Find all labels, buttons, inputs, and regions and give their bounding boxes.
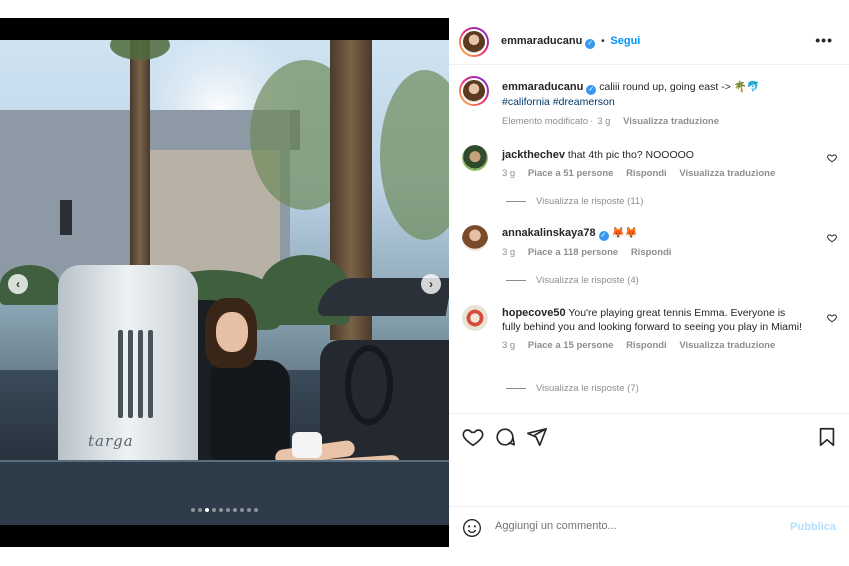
post-media: targa ‹ ›	[0, 18, 449, 547]
author-username[interactable]: emmaraducanu	[501, 35, 582, 47]
verified-badge-icon: ✓	[598, 231, 609, 241]
comment: annakalinskaya78 ✓ 🦊🦊 3 g Piace a 118 per…	[502, 226, 822, 258]
comment-likes[interactable]: Piace a 15 persone	[528, 340, 614, 351]
hashtag-link[interactable]: #california	[502, 96, 550, 108]
verified-badge-icon: ✓	[586, 85, 597, 95]
post-side-panel: emmaraducanu ✓ • Segui ••• emmaraducanu ✓ …	[449, 18, 849, 547]
comment-username[interactable]: annakalinskaya78	[502, 227, 596, 239]
carousel-next-button[interactable]: ›	[421, 274, 441, 294]
carousel-dots	[0, 508, 449, 516]
post-photo[interactable]: targa	[0, 40, 449, 525]
translate-link[interactable]: Visualizza traduzione	[679, 340, 775, 351]
carousel-dot	[240, 508, 244, 512]
post-header: emmaraducanu ✓ • Segui •••	[449, 18, 849, 65]
caption: emmaraducanu ✓ caliii round up, going eas…	[502, 81, 760, 127]
carousel-dot	[247, 508, 251, 512]
carousel-dot	[254, 508, 258, 512]
heart-icon[interactable]	[462, 426, 484, 448]
translate-link[interactable]: Visualizza traduzione	[623, 116, 719, 127]
bookmark-icon[interactable]	[816, 426, 838, 448]
carousel-dot	[205, 508, 209, 512]
carousel-dot	[212, 508, 216, 512]
separator: •	[601, 36, 605, 47]
publish-button[interactable]: Pubblica	[790, 521, 836, 533]
chevron-left-icon: ‹	[16, 277, 20, 291]
view-replies-label: Visualizza le risposte (11)	[536, 196, 644, 207]
comment-text: that 4th pic tho? NOOOOO	[567, 149, 694, 161]
carousel-dot	[226, 508, 230, 512]
share-icon[interactable]	[526, 426, 548, 448]
targa-vent	[128, 330, 133, 418]
emoji-icon[interactable]	[462, 518, 482, 538]
person-shorts	[292, 432, 322, 458]
carousel-dot	[233, 508, 237, 512]
comment-icon[interactable]	[494, 426, 516, 448]
add-comment-bar: Pubblica	[449, 506, 849, 547]
commenter-avatar[interactable]	[462, 305, 488, 331]
comment-username[interactable]: hopecove50	[502, 307, 566, 319]
replies-line	[506, 280, 526, 281]
hashtag-link[interactable]: #dreamerson	[553, 96, 615, 108]
targa-vent	[118, 330, 123, 418]
carousel-dot	[198, 508, 202, 512]
comment: hopecove50 You're playing great tennis E…	[502, 306, 802, 351]
comment-input[interactable]	[495, 520, 775, 532]
caption-text: caliii round up, going east ->	[599, 81, 731, 93]
translate-link[interactable]: Visualizza traduzione	[679, 168, 775, 179]
view-replies-label: Visualizza le risposte (4)	[536, 275, 639, 286]
comment-username[interactable]: jackthechev	[502, 149, 565, 161]
verified-badge-icon: ✓	[585, 39, 596, 49]
view-replies-button[interactable]: Visualizza le risposte (11)	[506, 196, 643, 207]
comment-time[interactable]: 3 g	[502, 168, 515, 179]
house-window	[60, 200, 72, 235]
steering-wheel	[345, 345, 393, 425]
replies-line	[506, 201, 526, 202]
like-comment-heart-icon[interactable]	[827, 313, 837, 323]
comment-time[interactable]: 3 g	[502, 340, 515, 351]
chevron-right-icon: ›	[429, 277, 433, 291]
caption-avatar[interactable]	[459, 76, 489, 106]
view-replies-label: Visualizza le risposte (7)	[536, 383, 639, 394]
targa-badge: targa	[88, 432, 134, 450]
like-comment-heart-icon[interactable]	[827, 153, 837, 163]
caption-username[interactable]: emmaraducanu	[502, 81, 583, 93]
view-replies-button[interactable]: Visualizza le risposte (7)	[506, 383, 639, 394]
edited-label: Elemento modificato	[502, 116, 589, 127]
person-shirt	[210, 360, 290, 460]
targa-vent	[148, 330, 153, 418]
carousel-prev-button[interactable]: ‹	[8, 274, 28, 294]
more-options-button[interactable]: •••	[815, 32, 833, 48]
author-line: emmaraducanu ✓ • Segui	[501, 35, 640, 49]
view-replies-button[interactable]: Visualizza le risposte (4)	[506, 275, 639, 286]
carousel-dot	[191, 508, 195, 512]
person-face	[216, 312, 248, 352]
comment-text: 🦊🦊	[611, 227, 638, 239]
follow-button[interactable]: Segui	[610, 35, 640, 47]
post-time[interactable]: 3 g	[597, 116, 610, 127]
commenter-avatar[interactable]	[462, 145, 488, 171]
reply-button[interactable]: Rispondi	[631, 247, 672, 258]
comment: jackthechev that 4th pic tho? NOOOOO 3 g…	[502, 148, 822, 179]
targa-vent	[138, 330, 143, 418]
tree	[380, 70, 449, 240]
post-action-bar	[449, 413, 849, 453]
comment-likes[interactable]: Piace a 51 persone	[528, 168, 614, 179]
reply-button[interactable]: Rispondi	[626, 168, 667, 179]
replies-line	[506, 388, 526, 389]
reply-button[interactable]: Rispondi	[626, 340, 667, 351]
caption-emojis: 🌴🐬	[733, 81, 760, 93]
comment-likes[interactable]: Piace a 118 persone	[528, 247, 618, 258]
like-comment-heart-icon[interactable]	[827, 233, 837, 243]
carousel-dot	[219, 508, 223, 512]
commenter-avatar[interactable]	[462, 225, 488, 251]
palm-trunk	[130, 40, 150, 290]
comment-time[interactable]: 3 g	[502, 247, 515, 258]
author-avatar[interactable]	[459, 27, 489, 57]
